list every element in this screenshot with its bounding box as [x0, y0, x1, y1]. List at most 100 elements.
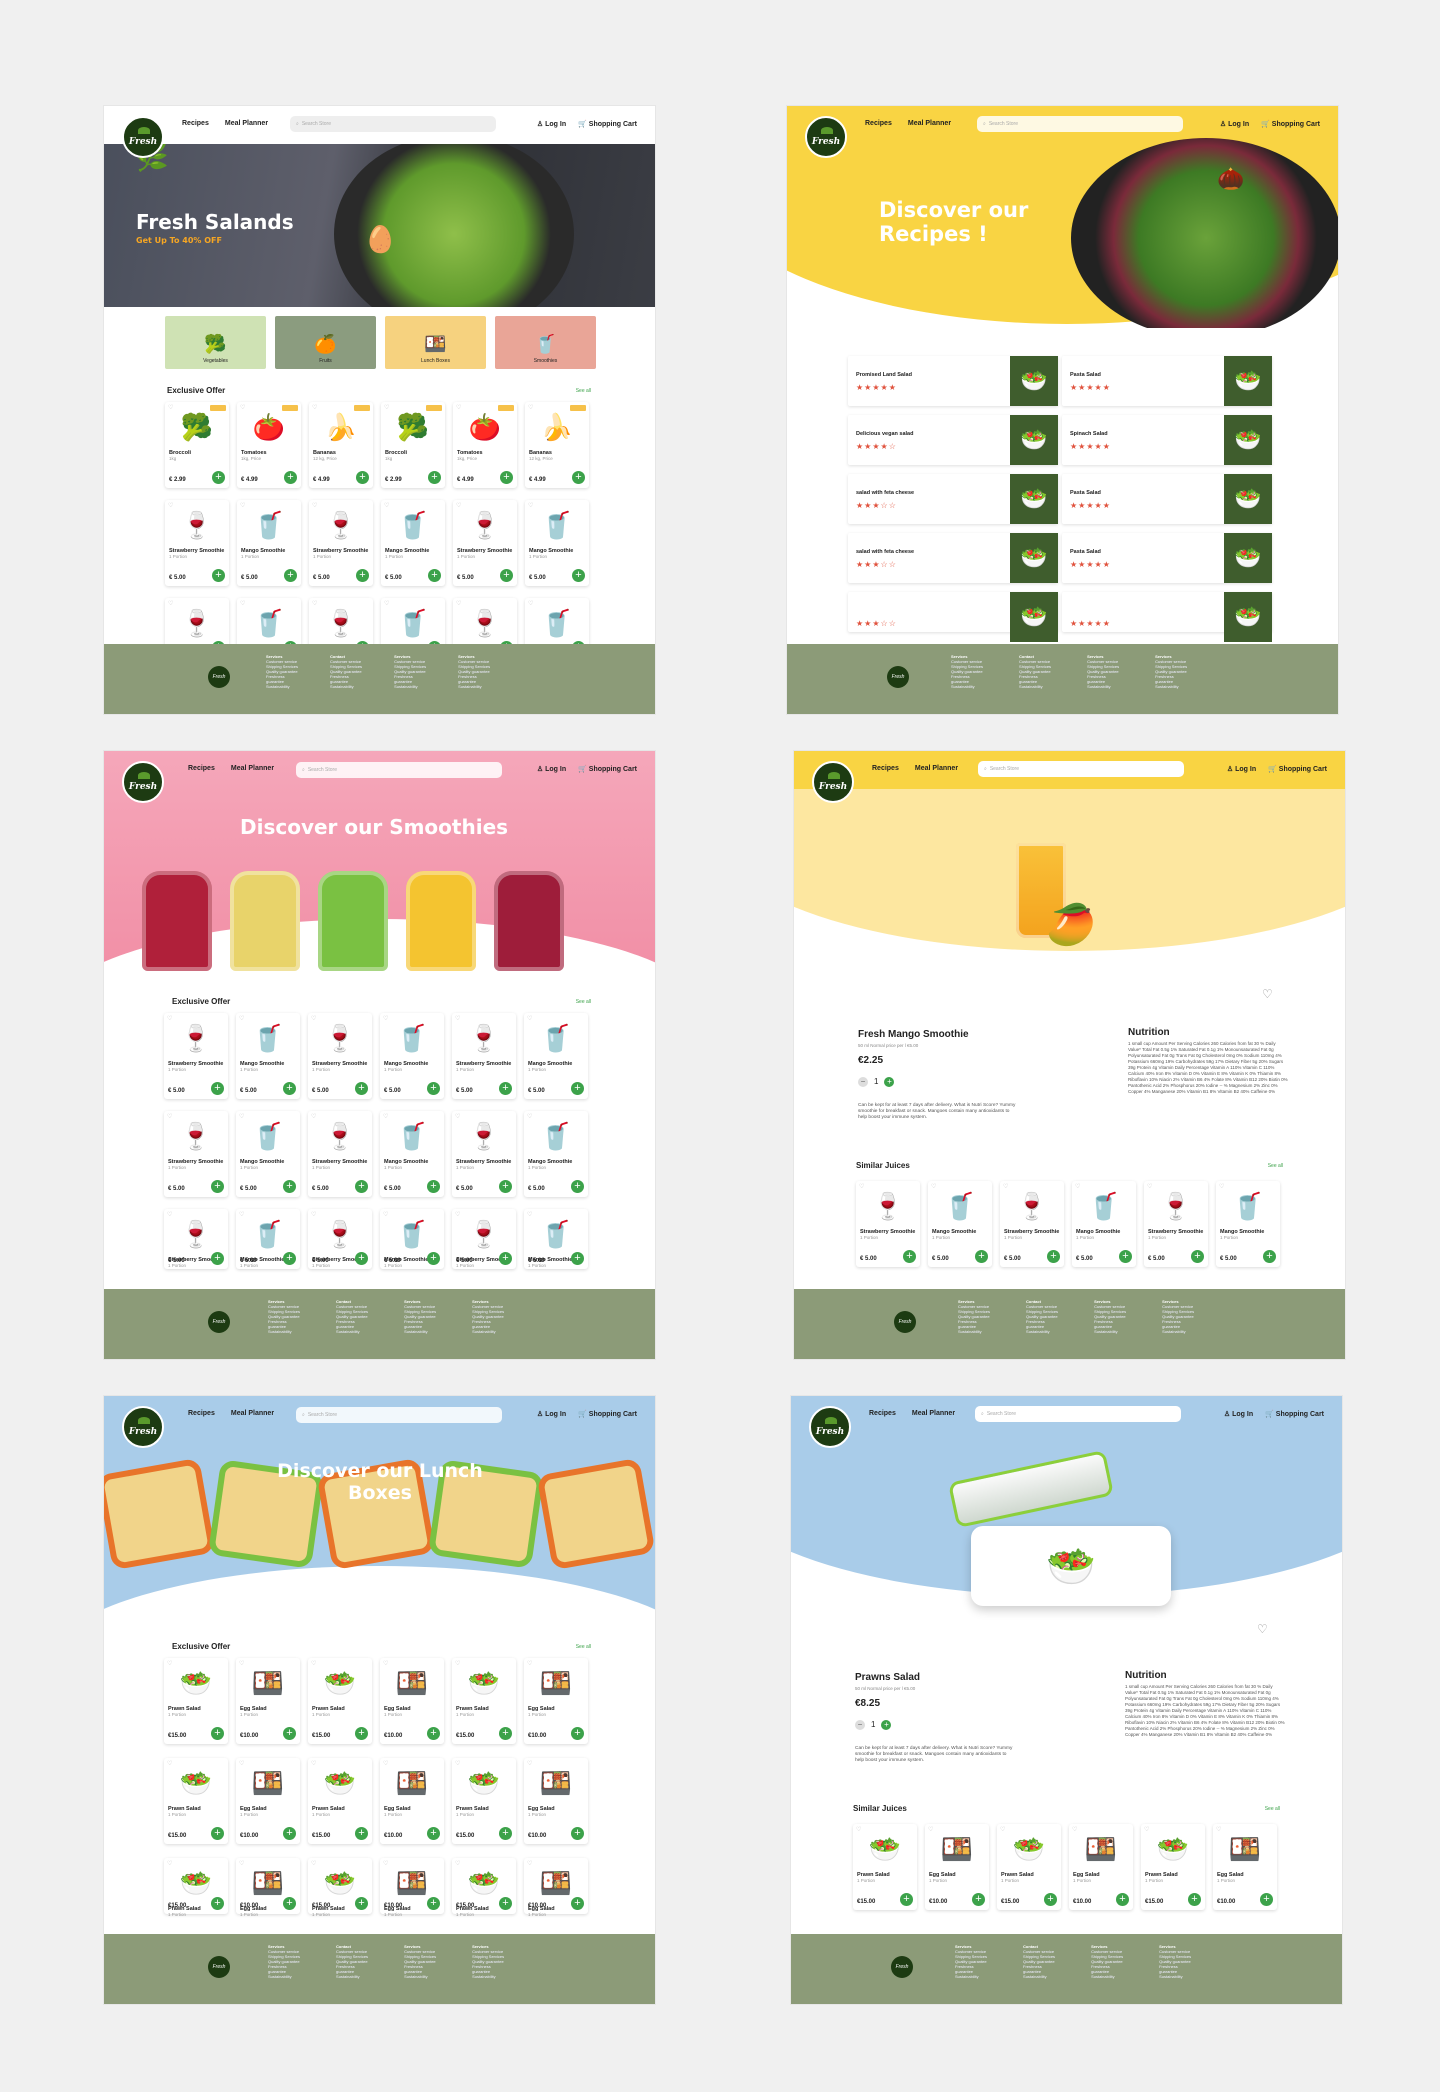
add-to-cart-button[interactable]: + [283, 1082, 296, 1095]
minus-button[interactable]: − [855, 1720, 865, 1730]
heart-icon[interactable]: ♡ [312, 404, 317, 411]
product-card[interactable]: ♡🍷Strawberry Smoothie1 Portion€ 5.00+ [309, 500, 373, 586]
search-input[interactable]: ⌕ Search Store [296, 1407, 502, 1423]
footer-link[interactable]: Sustainability [1087, 684, 1119, 689]
recipe-card[interactable]: salad with feta cheese ★★★☆☆ 🥗 [848, 474, 1058, 524]
footer-link[interactable]: Sustainability [1091, 1974, 1123, 1979]
heart-icon[interactable]: ♡ [527, 1015, 532, 1022]
heart-icon[interactable]: ♡ [928, 1826, 933, 1833]
footer-link[interactable]: Sustainability [330, 684, 362, 689]
add-to-cart-button[interactable]: + [500, 471, 513, 484]
heart-icon[interactable]: ♡ [239, 1660, 244, 1667]
heart-icon[interactable]: ♡ [1147, 1183, 1152, 1190]
heart-icon[interactable]: ♡ [168, 600, 173, 607]
product-card[interactable]: ♡🥤Mango Smoothie1 Portion€ 5.00+ [236, 1013, 300, 1099]
product-card[interactable]: ♡ 🥗 Prawn Salad 1 Portion €15.00 + [452, 1658, 516, 1744]
add-to-cart-button[interactable]: + [1116, 1893, 1129, 1906]
heart-icon[interactable]: ♡ [239, 1015, 244, 1022]
product-card[interactable]: ♡ 🥗 Prawn Salad 1 Portion €15.00 + [452, 1858, 516, 1917]
heart-icon[interactable]: ♡ [527, 1860, 532, 1867]
heart-icon[interactable]: ♡ [240, 404, 245, 411]
footer-link[interactable]: Sustainability [472, 1329, 504, 1334]
footer-link[interactable]: Sustainability [336, 1329, 368, 1334]
heart-icon[interactable]: ♡ [384, 502, 389, 509]
add-to-cart-button[interactable]: + [283, 1897, 296, 1910]
footer-link[interactable]: Sustainability [268, 1329, 300, 1334]
quantity-stepper[interactable]: −1 + [855, 1720, 892, 1730]
add-to-cart-button[interactable]: + [572, 471, 585, 484]
heart-icon[interactable]: ♡ [455, 1113, 460, 1120]
login-link[interactable]: ♙ Log In [537, 765, 566, 773]
heart-icon[interactable]: ♡ [1216, 1826, 1221, 1833]
add-to-cart-button[interactable]: + [499, 1827, 512, 1840]
product-card[interactable]: ♡🥤Mango Smoothie1 Portion€ 5.00+ [236, 1209, 300, 1269]
nav-recipes[interactable]: Recipes [865, 120, 892, 127]
nav-recipes[interactable]: Recipes [182, 120, 209, 127]
add-to-cart-button[interactable]: + [499, 1727, 512, 1740]
product-card[interactable]: ♡ 🍌 Bananas 12 kg, Price € 4.99 + [309, 402, 373, 488]
add-to-cart-button[interactable]: + [355, 1180, 368, 1193]
see-all-link[interactable]: See all [1265, 1806, 1280, 1812]
heart-icon[interactable]: ♡ [1075, 1183, 1080, 1190]
heart-icon[interactable]: ♡ [167, 1211, 172, 1218]
heart-icon[interactable]: ♡ [312, 502, 317, 509]
heart-icon[interactable]: ♡ [1144, 1826, 1149, 1833]
heart-icon[interactable]: ♡ [456, 404, 461, 411]
product-card[interactable]: ♡ 🥗 Prawn Salad 1 Portion €15.00 + [308, 1758, 372, 1844]
product-card[interactable]: ♡🥤Mango Smoothie1 Portion€ 5.00+ [380, 1013, 444, 1099]
footer-link[interactable]: Sustainability [1162, 1329, 1194, 1334]
product-card[interactable]: ♡ 🍅 Tomatoes 1kg, Price € 4.99 + [453, 402, 517, 488]
add-to-cart-button[interactable]: + [975, 1250, 988, 1263]
cart-link[interactable]: 🛒 Shopping Cart [578, 1410, 637, 1418]
recipe-card[interactable]: ★★★☆☆ 🥗 [848, 592, 1058, 642]
add-to-cart-button[interactable]: + [211, 1082, 224, 1095]
see-all-link[interactable]: See all [576, 999, 591, 1005]
add-to-cart-button[interactable]: + [572, 569, 585, 582]
add-to-cart-button[interactable]: + [427, 1727, 440, 1740]
product-card[interactable]: ♡🥤Mango Smoothie1 Portion€ 5.00+ [381, 500, 445, 586]
footer-link[interactable]: Sustainability [958, 1329, 990, 1334]
add-to-cart-button[interactable]: + [355, 1082, 368, 1095]
product-card[interactable]: ♡ 🍱 Egg Salad 1 Portion €10.00 + [380, 1658, 444, 1744]
product-card[interactable]: ♡ 🍱 Egg Salad 1 Portion €10.00 + [524, 1658, 588, 1744]
product-card[interactable]: ♡🍷Strawberry Smoothie1 Portion€ 5.00+ [452, 1013, 516, 1099]
product-card[interactable]: ♡🍷Strawberry Smoothie1 Portion€ 5.00+ [308, 1111, 372, 1197]
product-card[interactable]: ♡ 🥗 Prawn Salad 1 Portion €15.00 + [853, 1824, 917, 1910]
add-to-cart-button[interactable]: + [499, 1252, 512, 1265]
add-to-cart-button[interactable]: + [211, 1897, 224, 1910]
login-link[interactable]: ♙ Log In [1227, 765, 1256, 773]
heart-icon[interactable]: ♡ [1219, 1183, 1224, 1190]
recipe-card[interactable]: Pasta Salad ★★★★★ 🥗 [1062, 474, 1272, 524]
product-card[interactable]: ♡ 🥗 Prawn Salad 1 Portion €15.00 + [164, 1658, 228, 1744]
product-card[interactable]: ♡ 🥗 Prawn Salad 1 Portion €15.00 + [1141, 1824, 1205, 1910]
heart-icon[interactable]: ♡ [311, 1660, 316, 1667]
cart-link[interactable]: 🛒 Shopping Cart [1268, 765, 1327, 773]
product-card[interactable]: ♡ 🍱 Egg Salad 1 Portion €10.00 + [380, 1758, 444, 1844]
add-to-cart-button[interactable]: + [571, 1082, 584, 1095]
product-card[interactable]: ♡🥤Mango Smoothie1 Portion€ 5.00+ [524, 1013, 588, 1099]
category-smoothies[interactable]: 🥤 Smoothies [495, 316, 596, 369]
add-to-cart-button[interactable]: + [355, 1252, 368, 1265]
footer-link[interactable]: Sustainability [1026, 1329, 1058, 1334]
product-card[interactable]: ♡ 🍱 Egg Salad 1 Portion €10.00 + [524, 1858, 588, 1917]
heart-icon[interactable]: ♡ [859, 1183, 864, 1190]
category-lunch-boxes[interactable]: 🍱 Lunch Boxes [385, 316, 486, 369]
heart-icon[interactable]: ♡ [527, 1760, 532, 1767]
add-to-cart-button[interactable]: + [427, 1897, 440, 1910]
see-all-link[interactable]: See all [576, 1644, 591, 1650]
nav-recipes[interactable]: Recipes [188, 1410, 215, 1417]
product-card[interactable]: ♡ 🍱 Egg Salad 1 Portion €10.00 + [925, 1824, 989, 1910]
footer-link[interactable]: Sustainability [268, 1974, 300, 1979]
product-card[interactable]: ♡ 🍅 Tomatoes 1kg, Price € 4.99 + [237, 402, 301, 488]
product-card[interactable]: ♡🥤Mango Smoothie1 Portion€ 5.00+ [380, 1111, 444, 1197]
add-to-cart-button[interactable]: + [428, 569, 441, 582]
heart-icon[interactable]: ♡ [455, 1211, 460, 1218]
product-card[interactable]: ♡🍷Strawberry Smoothie1 Portion€ 5.00+ [856, 1181, 920, 1267]
add-to-cart-button[interactable]: + [284, 471, 297, 484]
login-link[interactable]: ♙ Log In [1220, 120, 1249, 128]
add-to-cart-button[interactable]: + [211, 1727, 224, 1740]
heart-icon[interactable]: ♡ [167, 1660, 172, 1667]
recipe-card[interactable]: Pasta Salad ★★★★★ 🥗 [1062, 356, 1272, 406]
heart-icon[interactable]: ♡ [383, 1860, 388, 1867]
logo[interactable]: Fresh [122, 1406, 164, 1448]
